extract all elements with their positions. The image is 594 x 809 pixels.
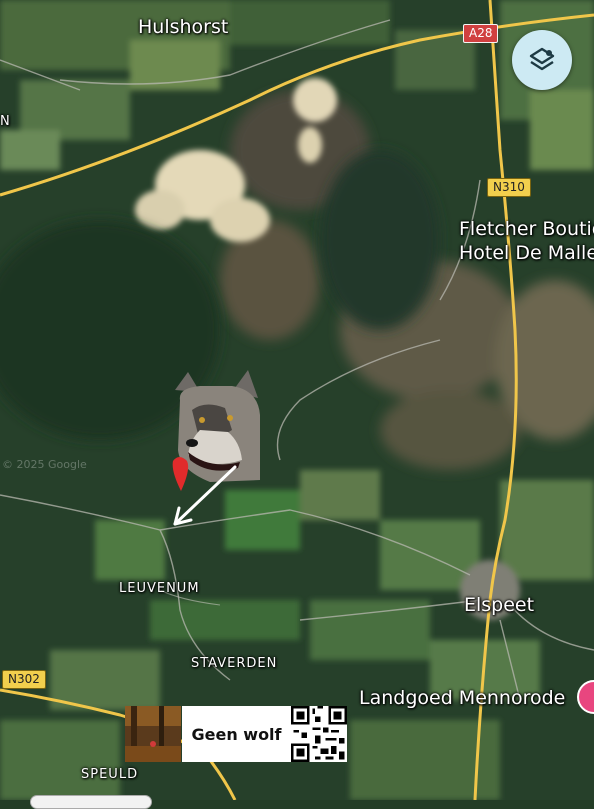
road-shield-a28: A28 xyxy=(463,24,499,43)
label-speuld: SPEULD xyxy=(81,767,139,782)
forest-photo-image xyxy=(125,706,181,762)
poi-hotel-line2: Hotel De Malle xyxy=(459,242,594,264)
layers-button[interactable] xyxy=(512,30,572,90)
arrow-icon xyxy=(173,465,237,526)
road-shield-n302: N302 xyxy=(2,670,46,689)
no-wolf-sticker: Geen wolf xyxy=(125,706,351,762)
label-staverden: STAVERDEN xyxy=(191,656,278,671)
satellite-map[interactable] xyxy=(0,0,594,800)
label-leuvenum: LEUVENUM xyxy=(119,581,200,596)
bottom-sheet-handle[interactable] xyxy=(30,795,152,809)
map-copyright: © 2025 Google xyxy=(2,458,87,471)
label-elspeet: Elspeet xyxy=(464,594,535,616)
poi-hotel-line1: Fletcher Boutiq xyxy=(459,218,594,240)
poi-landgoed-mennorode[interactable]: Landgoed Mennorode xyxy=(359,686,565,710)
sticker-label-box: Geen wolf xyxy=(182,706,291,762)
poi-hotel[interactable]: Fletcher Boutiq Hotel De Malle xyxy=(459,217,594,265)
qr-code-image xyxy=(291,706,347,762)
road-shield-n310: N310 xyxy=(487,178,531,197)
label-partial: N xyxy=(0,114,11,129)
sticker-label: Geen wolf xyxy=(191,724,282,744)
layers-icon xyxy=(529,47,555,71)
label-hulshorst: Hulshorst xyxy=(138,16,229,38)
